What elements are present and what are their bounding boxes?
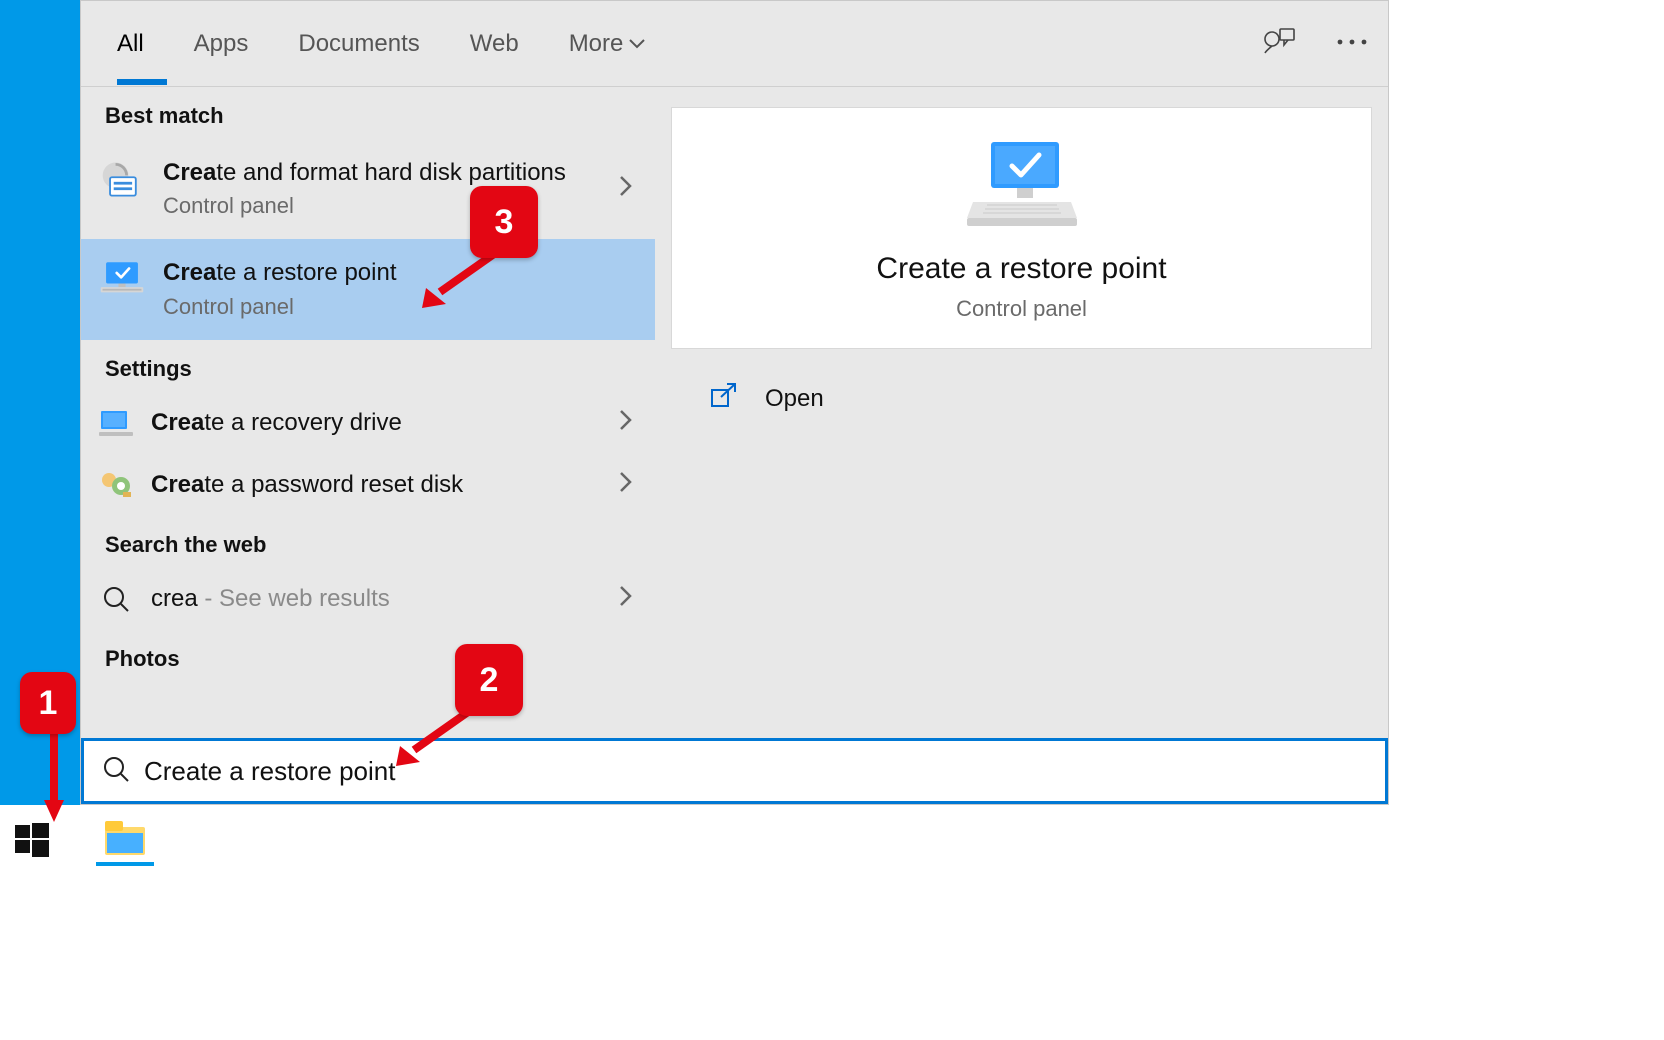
annotation-2: 2	[455, 644, 523, 716]
section-search-web: Search the web	[81, 516, 655, 568]
tab-all[interactable]: All	[117, 30, 144, 58]
annotation-arrow-1	[42, 734, 66, 824]
result-create-password-reset-disk[interactable]: Create a password reset disk	[81, 454, 655, 516]
result-create-format-partitions[interactable]: Create and format hard disk partitions C…	[81, 139, 655, 239]
start-button[interactable]	[12, 820, 52, 860]
active-tab-underline	[117, 79, 167, 85]
result-title: crea - See web results	[151, 583, 637, 615]
result-title: Create a password reset disk	[151, 469, 637, 501]
open-icon	[711, 383, 737, 414]
password-reset-icon	[99, 468, 133, 502]
restore-point-icon	[99, 257, 145, 303]
start-search-panel: All Apps Documents Web More Best match	[80, 0, 1389, 805]
chevron-right-icon[interactable]	[619, 471, 633, 499]
filter-tabs: All Apps Documents Web More	[81, 1, 1388, 87]
result-web-search[interactable]: crea - See web results	[81, 568, 655, 630]
desktop-bg-bottom	[0, 805, 1664, 1040]
more-options-icon[interactable]	[1336, 38, 1368, 46]
result-create-restore-point[interactable]: Create a restore point Control panel	[81, 239, 655, 339]
annotation-3: 3	[470, 186, 538, 258]
result-create-recovery-drive[interactable]: Create a recovery drive	[81, 392, 655, 454]
section-photos: Photos	[81, 630, 655, 682]
result-title: Create a recovery drive	[151, 407, 637, 439]
search-icon	[99, 582, 133, 616]
chevron-right-icon[interactable]	[619, 409, 633, 437]
search-input[interactable]	[144, 756, 1367, 787]
result-subtitle: Control panel	[163, 193, 637, 219]
preview-restore-point-icon	[672, 138, 1371, 232]
tab-more[interactable]: More	[569, 30, 646, 58]
chevron-down-icon	[629, 39, 645, 49]
tab-web[interactable]: Web	[470, 30, 519, 58]
result-title: Create and format hard disk partitions	[163, 157, 637, 189]
preview-actions: Open	[671, 371, 1372, 426]
result-title: Create a restore point	[163, 257, 637, 289]
section-settings: Settings	[81, 340, 655, 392]
action-open-label: Open	[765, 385, 824, 413]
taskbar-file-explorer[interactable]	[96, 814, 154, 866]
annotation-1: 1	[20, 672, 76, 734]
tab-more-label: More	[569, 30, 624, 58]
action-open[interactable]: Open	[671, 371, 1372, 426]
preview-title: Create a restore point	[672, 252, 1371, 286]
tab-apps[interactable]: Apps	[194, 30, 249, 58]
preview-subtitle: Control panel	[672, 296, 1371, 322]
results-column: Best match Create and format hard disk p…	[81, 87, 655, 738]
feedback-icon[interactable]	[1262, 27, 1296, 57]
search-icon	[102, 755, 130, 788]
preview-card: Create a restore point Control panel	[671, 107, 1372, 349]
result-subtitle: Control panel	[163, 294, 637, 320]
disk-partition-icon	[99, 157, 145, 203]
preview-column: Create a restore point Control panel Ope…	[655, 87, 1388, 738]
section-best-match: Best match	[81, 87, 655, 139]
recovery-drive-icon	[99, 406, 133, 440]
chevron-right-icon[interactable]	[619, 175, 633, 203]
tab-documents[interactable]: Documents	[298, 30, 419, 58]
search-box[interactable]	[81, 738, 1388, 804]
chevron-right-icon[interactable]	[619, 585, 633, 613]
